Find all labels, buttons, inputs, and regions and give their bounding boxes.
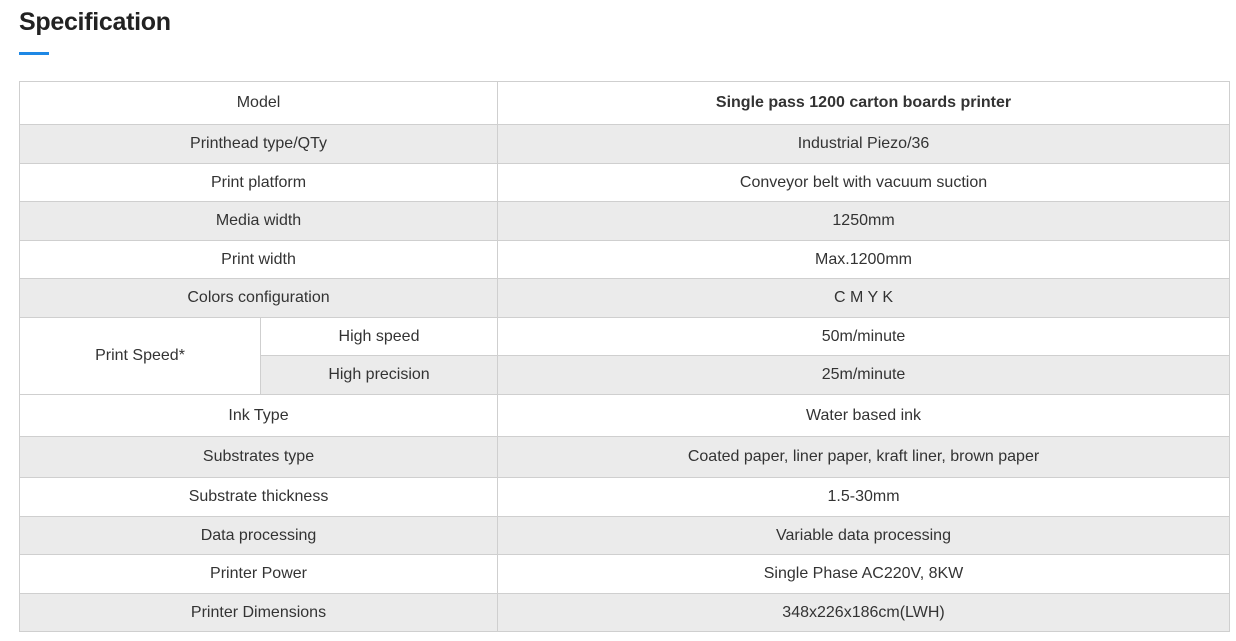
spec-label: Ink Type (18, 394, 499, 437)
specification-table: Model Single pass 1200 carton boards pri… (18, 81, 1231, 632)
spec-label: Data processing (18, 516, 499, 555)
spec-label: Printhead type/QTy (18, 124, 499, 164)
spec-value: Industrial Piezo/36 (497, 124, 1231, 164)
spec-value: Water based ink (497, 394, 1231, 437)
spec-value: C M Y K (497, 278, 1231, 318)
spec-value: 1.5-30mm (497, 477, 1231, 517)
title-underline (19, 52, 49, 55)
speed-mode-value: 50m/minute (497, 317, 1231, 356)
spec-label: Print width (18, 240, 499, 279)
table-row: Print width Max.1200mm (18, 240, 1231, 279)
table-row-print-speed-high: Print Speed* High speed 50m/minute (19, 317, 1231, 395)
speed-mode-label: High precision (259, 355, 499, 395)
spec-value: Single Phase AC220V, 8KW (497, 554, 1231, 594)
spec-label: Printer Power (18, 554, 499, 594)
table-row: Colors configuration C M Y K (18, 278, 1231, 318)
spec-value: 348x226x186cm(LWH) (497, 593, 1231, 632)
table-row: Media width 1250mm (18, 201, 1231, 241)
spec-value: Conveyor belt with vacuum suction (497, 163, 1231, 202)
page-title: Specification (19, 8, 171, 36)
table-row: Substrates type Coated paper, liner pape… (18, 436, 1231, 478)
spec-label: Colors configuration (18, 278, 499, 318)
table-row: Printer Power Single Phase AC220V, 8KW (18, 554, 1231, 594)
table-row-model: Model Single pass 1200 carton boards pri… (18, 81, 1231, 125)
speed-mode-label: High speed (259, 317, 499, 356)
print-speed-label: Print Speed* (19, 317, 261, 395)
speed-mode-value: 25m/minute (497, 355, 1231, 395)
spec-label: Substrates type (18, 436, 499, 478)
table-row: Printhead type/QTy Industrial Piezo/36 (18, 124, 1231, 164)
spec-value: 1250mm (497, 201, 1231, 241)
spec-label: Media width (18, 201, 499, 241)
table-row: Data processing Variable data processing (18, 516, 1231, 555)
spec-value: Variable data processing (497, 516, 1231, 555)
spec-label: Printer Dimensions (18, 593, 499, 632)
spec-value: Single pass 1200 carton boards printer (497, 81, 1231, 125)
spec-value: Max.1200mm (497, 240, 1231, 279)
spec-label: Substrate thickness (18, 477, 499, 517)
spec-label: Model (18, 81, 499, 125)
table-row: Printer Dimensions 348x226x186cm(LWH) (18, 593, 1231, 632)
spec-label: Print platform (18, 163, 499, 202)
table-row: Print platform Conveyor belt with vacuum… (18, 163, 1231, 202)
spec-value: Coated paper, liner paper, kraft liner, … (497, 436, 1231, 478)
table-row: Ink Type Water based ink (18, 394, 1231, 437)
table-row: Substrate thickness 1.5-30mm (18, 477, 1231, 517)
